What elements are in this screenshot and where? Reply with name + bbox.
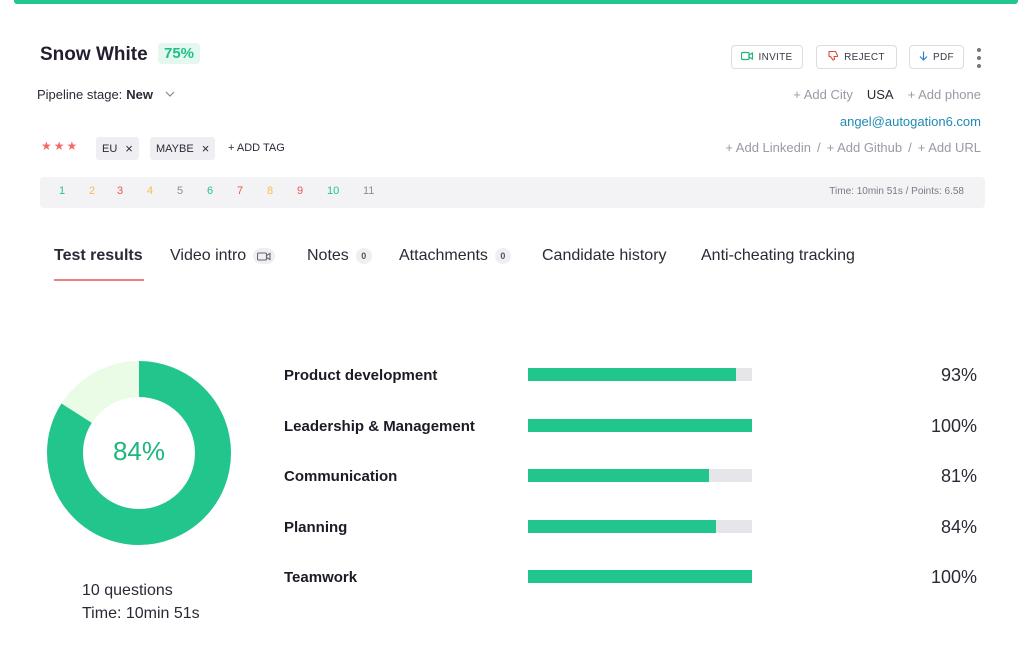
tag-eu: EU ×	[96, 137, 139, 160]
add-url-link[interactable]: + Add URL	[918, 140, 981, 155]
add-linkedin-link[interactable]: + Add Linkedin	[725, 140, 811, 155]
tab-test-results[interactable]: Test results	[54, 247, 143, 265]
tab-candidate-history[interactable]: Candidate history	[542, 247, 667, 265]
question-number-3[interactable]: 3	[117, 185, 123, 197]
reject-label: REJECT	[844, 51, 885, 63]
tag-label: EU	[102, 142, 118, 155]
video-camera-icon	[253, 248, 276, 264]
candidate-name: Snow White	[40, 44, 148, 65]
chevron-down-icon	[165, 89, 175, 100]
skill-name: Product development	[284, 367, 438, 384]
invite-label: INVITE	[758, 51, 793, 63]
skill-progress-fill	[528, 570, 752, 583]
invite-button[interactable]: INVITE	[731, 45, 803, 69]
add-github-link[interactable]: + Add Github	[827, 140, 903, 155]
pipeline-stage-label: Pipeline stage:	[37, 87, 123, 102]
add-tag-button[interactable]: + ADD TAG	[228, 142, 285, 154]
email-link[interactable]: angel@autogation6.com	[840, 114, 981, 129]
separator: /	[816, 140, 821, 155]
question-number-10[interactable]: 10	[327, 185, 339, 197]
separator: /	[908, 140, 912, 155]
test-summary: 10 questions Time: 10min 51s	[82, 579, 200, 625]
skill-name: Communication	[284, 468, 398, 485]
star-rating[interactable]: ★ ★ ★	[41, 139, 77, 153]
add-phone-link[interactable]: + Add phone	[908, 87, 981, 102]
video-camera-icon	[741, 51, 754, 64]
remove-tag-icon[interactable]: ×	[202, 141, 210, 156]
social-links-row: + Add Linkedin / + Add Github / + Add UR…	[725, 140, 981, 155]
tag-label: MAYBE	[156, 142, 194, 155]
skill-name: Planning	[284, 518, 348, 536]
pdf-label: PDF	[933, 51, 954, 63]
pipeline-stage-value: New	[126, 87, 154, 102]
question-number-8[interactable]: 8	[267, 185, 273, 197]
skill-progress-track	[528, 519, 752, 533]
question-number-2[interactable]: 2	[89, 185, 95, 197]
tab-label: Video intro	[170, 247, 247, 264]
star-icon[interactable]: ★	[54, 139, 65, 153]
thumbs-down-icon	[828, 50, 839, 64]
pdf-download-button[interactable]: PDF	[909, 45, 964, 69]
attachments-count-badge: 0	[494, 248, 511, 264]
tab-label: Attachments	[399, 247, 488, 264]
overall-score-percent: 84%	[112, 436, 166, 466]
skill-progress-fill	[528, 519, 717, 533]
more-options-icon[interactable]	[973, 48, 985, 68]
score-badge: 75%	[158, 43, 201, 64]
skill-percent: 81%	[940, 466, 977, 486]
skill-progress-fill	[528, 418, 752, 432]
remove-tag-icon[interactable]: ×	[125, 141, 133, 156]
location-phone-row: + Add City USA + Add phone	[793, 87, 981, 102]
tab-label: Test results	[54, 247, 143, 264]
reject-button[interactable]: REJECT	[816, 45, 897, 69]
tag-maybe: MAYBE ×	[150, 137, 216, 160]
question-number-5[interactable]: 5	[177, 185, 183, 197]
tab-label: Anti-cheating tracking	[701, 247, 855, 264]
tab-anti-cheating-tracking[interactable]: Anti-cheating tracking	[701, 247, 855, 265]
skill-name: Leadership & Management	[284, 417, 475, 435]
skill-percent: 100%	[930, 567, 977, 587]
arrow-down-icon	[919, 51, 928, 64]
question-number-7[interactable]: 7	[237, 185, 243, 197]
tab-notes[interactable]: Notes 0	[307, 247, 372, 265]
skill-progress-track	[528, 570, 752, 583]
skill-percent: 100%	[930, 415, 977, 436]
top-accent-bar	[14, 0, 1018, 4]
pipeline-stage-selector[interactable]: Pipeline stage: New	[37, 87, 175, 102]
tab-label: Candidate history	[542, 247, 667, 264]
skill-progress-fill	[528, 469, 710, 482]
tab-video-intro[interactable]: Video intro	[170, 247, 276, 265]
tab-attachments[interactable]: Attachments 0	[399, 247, 511, 265]
add-city-link[interactable]: + Add City	[793, 87, 853, 102]
time-points-summary: Time: 10min 51s / Points: 6.58	[829, 186, 964, 197]
skill-progress-track	[528, 469, 752, 482]
skill-progress-track	[528, 418, 752, 432]
question-number-6[interactable]: 6	[207, 185, 213, 197]
star-icon[interactable]: ★	[41, 139, 52, 153]
question-number-9[interactable]: 9	[297, 185, 303, 197]
skill-name: Teamwork	[284, 569, 358, 586]
question-number-4[interactable]: 4	[147, 185, 153, 197]
star-icon[interactable]: ★	[67, 139, 78, 153]
question-number-1[interactable]: 1	[59, 185, 65, 197]
country-value[interactable]: USA	[867, 87, 894, 102]
question-number-11[interactable]: 11	[363, 185, 374, 197]
notes-count-badge: 0	[355, 248, 372, 264]
skill-percent: 84%	[940, 516, 977, 537]
skill-progress-fill	[528, 368, 737, 381]
tab-label: Notes	[307, 247, 349, 264]
active-tab-underline	[54, 279, 144, 281]
skill-percent: 93%	[940, 365, 977, 385]
skill-progress-track	[528, 368, 752, 381]
test-duration: Time: 10min 51s	[82, 605, 200, 622]
question-count: 10 questions	[82, 582, 173, 599]
